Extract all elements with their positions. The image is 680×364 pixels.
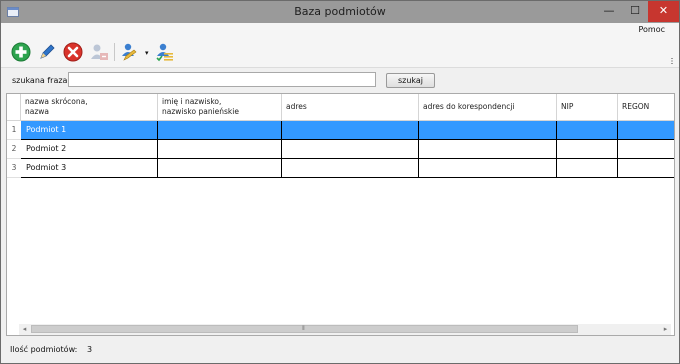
column-header-label: adres do korespondencji — [423, 102, 515, 111]
toolbar-separator — [114, 43, 115, 61]
title-bar[interactable]: Baza podmiotów — ☐ ✕ — [1, 1, 679, 23]
status-label: Ilość podmiotów: — [10, 345, 78, 354]
cell-regon[interactable] — [618, 140, 674, 159]
column-header-label: NIP — [561, 102, 574, 111]
column-header-label: nazwa skrócona, — [25, 97, 88, 106]
search-input[interactable] — [68, 72, 376, 87]
column-header-label: adres — [286, 102, 307, 111]
minimize-button[interactable]: — — [596, 1, 622, 22]
search-label: szukana fraza — [12, 76, 68, 85]
scrollbar-thumb[interactable]: ⦀ — [31, 325, 578, 333]
resize-grip-icon — [671, 58, 673, 64]
table-row[interactable]: Podmiot 3 — [21, 159, 674, 178]
cell-address[interactable] — [282, 159, 419, 178]
user-list-icon[interactable] — [154, 42, 174, 62]
cell-short-name[interactable]: Podmiot 3 — [21, 159, 158, 178]
row-header[interactable]: 2 — [7, 140, 21, 159]
scroll-right-icon[interactable]: ▸ — [660, 324, 671, 335]
status-count: 3 — [87, 345, 93, 354]
column-header-regon[interactable]: REGON — [618, 94, 674, 121]
cell-full-name[interactable] — [158, 140, 282, 159]
row-header[interactable]: 3 — [7, 159, 21, 178]
menu-bar: Pomoc — [1, 23, 679, 37]
column-header-nip[interactable]: NIP — [557, 94, 618, 121]
cell-full-name[interactable] — [158, 121, 282, 140]
cell-correspondence-address[interactable] — [419, 140, 557, 159]
chevron-down-icon[interactable]: ▾ — [145, 49, 149, 57]
column-header-label: imię i nazwisko, — [162, 97, 222, 106]
table-row[interactable]: Podmiot 2 — [21, 140, 674, 159]
cell-correspondence-address[interactable] — [419, 121, 557, 140]
add-icon[interactable] — [11, 42, 31, 62]
row-header[interactable]: 1 — [7, 121, 21, 140]
cell-full-name[interactable] — [158, 159, 282, 178]
users-dropdown-icon[interactable] — [119, 42, 139, 62]
cell-regon[interactable] — [618, 121, 674, 140]
search-bar: szukana fraza szukaj — [1, 68, 679, 92]
data-grid[interactable]: nazwa skrócona, nazwa imię i nazwisko, n… — [6, 93, 675, 336]
menu-item-help[interactable]: Pomoc — [638, 25, 665, 34]
toolbar: ▾ — [1, 37, 679, 68]
cell-address[interactable] — [282, 121, 419, 140]
grid-corner[interactable] — [7, 94, 21, 121]
cell-regon[interactable] — [618, 159, 674, 178]
cell-address[interactable] — [282, 140, 419, 159]
cell-short-name[interactable]: Podmiot 2 — [21, 140, 158, 159]
cell-nip[interactable] — [557, 140, 618, 159]
cell-correspondence-address[interactable] — [419, 159, 557, 178]
app-window: Baza podmiotów — ☐ ✕ Pomoc ▾ szukana fra… — [0, 0, 680, 364]
delete-icon[interactable] — [63, 42, 83, 62]
column-header-full-name[interactable]: imię i nazwisko, nazwisko panieńskie — [158, 94, 282, 121]
edit-icon[interactable] — [37, 42, 57, 62]
column-header-short-name[interactable]: nazwa skrócona, nazwa — [21, 94, 158, 121]
cell-short-name[interactable]: Podmiot 1 — [21, 121, 158, 140]
horizontal-scrollbar[interactable]: ◂ ⦀ ▸ — [19, 324, 671, 335]
search-button[interactable]: szukaj — [386, 73, 435, 88]
column-header-label: nazwa — [25, 107, 50, 116]
scroll-left-icon[interactable]: ◂ — [19, 324, 30, 335]
column-header-address[interactable]: adres — [282, 94, 419, 121]
cell-nip[interactable] — [557, 159, 618, 178]
table-row[interactable]: Podmiot 1 — [21, 121, 674, 140]
grip-icon: ⦀ — [302, 325, 305, 332]
window-title: Baza podmiotów — [294, 5, 386, 18]
column-header-label: nazwisko panieńskie — [162, 107, 239, 116]
status-bar: Ilość podmiotów: 3 — [1, 337, 679, 363]
close-button[interactable]: ✕ — [648, 1, 679, 22]
cell-nip[interactable] — [557, 121, 618, 140]
maximize-button[interactable]: ☐ — [622, 1, 648, 22]
column-header-correspondence-address[interactable]: adres do korespondencji — [419, 94, 557, 121]
user-add-disabled-icon[interactable] — [89, 42, 109, 62]
column-header-label: REGON — [622, 102, 650, 111]
